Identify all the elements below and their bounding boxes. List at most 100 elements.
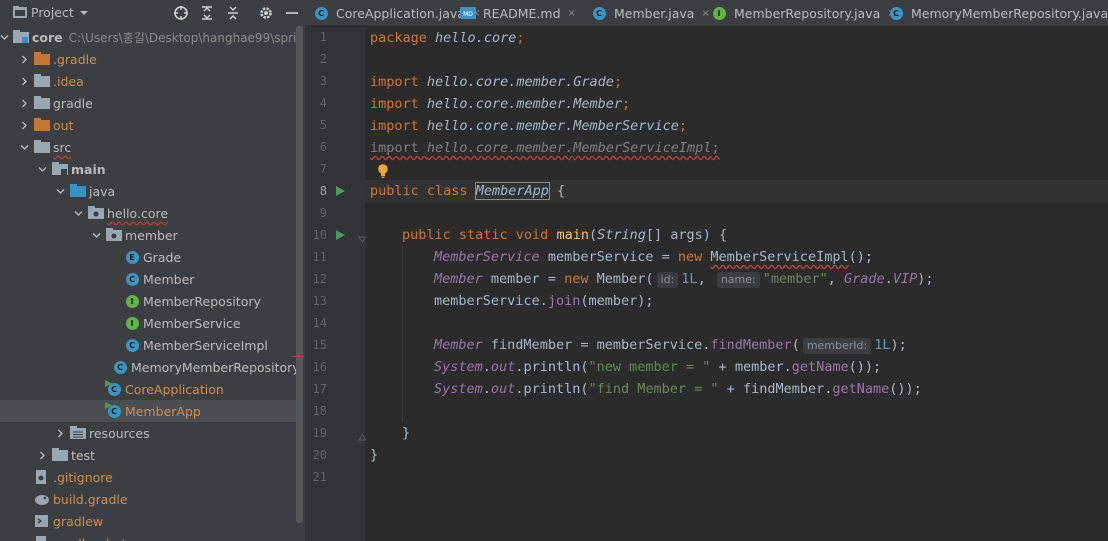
keyword: package — [370, 30, 427, 46]
code-line-10[interactable]: public static void main(String[] args) { — [402, 224, 727, 246]
tab-coreapplicationjava[interactable]: C CoreApplication.java × — [313, 0, 480, 26]
type-ref: Member — [434, 271, 483, 287]
code-line-8[interactable]: public class MemberApp { — [370, 180, 565, 202]
chevron-right-icon[interactable] — [18, 70, 30, 92]
fold-end-icon[interactable] — [358, 433, 367, 442]
code-line-16[interactable]: System.out.println("new member = " + mem… — [434, 356, 881, 378]
tree-item-main[interactable]: main — [0, 158, 296, 180]
code-line-13[interactable]: memberService.join(member); — [434, 290, 654, 312]
tree-item-gradlewbat[interactable]: gradlew.bat — [0, 532, 296, 541]
tab-memberjava[interactable]: C Member.java × — [591, 0, 710, 26]
tree-item-java[interactable]: java — [0, 180, 296, 202]
tree-item-gradle[interactable]: gradle — [0, 92, 296, 114]
tree-item-gradle[interactable]: .gradle — [0, 48, 296, 70]
chevron-right-icon[interactable] — [18, 92, 30, 114]
code-line-15[interactable]: Member findMember = memberService.findMe… — [434, 334, 907, 356]
line-number: 5 — [319, 118, 327, 132]
chevron-down-icon[interactable] — [79, 6, 89, 20]
gear-icon[interactable] — [258, 5, 274, 21]
code-line-3[interactable]: import hello.core.member.Grade; — [370, 71, 622, 93]
chevron-right-icon[interactable] — [36, 444, 48, 466]
line-number: 2 — [319, 52, 327, 66]
variable: findMember — [490, 337, 573, 353]
interface-icon: I — [124, 315, 140, 331]
tab-readmemd[interactable]: MD README.md × — [460, 0, 576, 26]
tree-item-resources[interactable]: resources — [0, 422, 296, 444]
tab-memorymemberrepositoryjava[interactable]: CMemoryMemberRepository.java× — [888, 0, 1108, 26]
tree-item-memberservice[interactable]: I MemberService — [0, 312, 296, 334]
error-marker — [292, 356, 304, 357]
tree-item-member[interactable]: member — [0, 224, 296, 246]
method-call: println — [523, 359, 581, 375]
string-literal: "new member = " — [588, 359, 711, 375]
chevron-down-icon[interactable] — [36, 158, 48, 180]
gradle-icon — [34, 491, 50, 507]
tree-item-memberserviceimpl[interactable]: C MemberServiceImpl — [0, 334, 296, 356]
code-line-6[interactable]: import hello.core.member.MemberServiceIm… — [370, 137, 720, 159]
chevron-right-icon[interactable] — [54, 422, 66, 444]
enum-const: VIP — [892, 271, 918, 287]
code-line-12[interactable]: Member member = new Member(id: 1L, name: "… — [434, 268, 933, 290]
hide-panel-icon[interactable] — [284, 5, 300, 21]
tree-item-hellocore[interactable]: hello.core — [0, 202, 296, 224]
scrollbar-thumb[interactable] — [296, 26, 303, 523]
tree-item-memberapp[interactable]: C MemberApp — [0, 400, 296, 422]
code-line-5[interactable]: import hello.core.member.MemberService; — [370, 115, 687, 137]
tree-item-test[interactable]: test — [0, 444, 296, 466]
tree-item-grade[interactable]: E Grade — [0, 246, 296, 268]
close-icon[interactable]: × — [568, 8, 576, 19]
line-number: 3 — [319, 74, 327, 88]
tree-item-gradlew[interactable]: gradlew — [0, 510, 296, 532]
tree-item-out[interactable]: out — [0, 114, 296, 136]
expand-all-icon[interactable] — [199, 5, 215, 21]
tree-item-member[interactable]: C Member — [0, 268, 296, 290]
tree-item-label: MemberServiceImpl — [143, 337, 268, 353]
lightbulb-icon[interactable] — [377, 163, 389, 179]
project-panel: Project core C:\Users\홍길\Desktop\hanghae9… — [0, 0, 305, 541]
tree-item-memorymemberrepository[interactable]: C MemoryMemberRepository — [0, 356, 300, 378]
chevron-down-icon[interactable] — [72, 202, 84, 224]
code-line-17[interactable]: System.out.println("find Member = " + fi… — [434, 378, 922, 400]
folder-orange-icon — [34, 51, 50, 67]
code-line-20[interactable]: } — [370, 444, 378, 466]
line-number: 15 — [312, 338, 327, 352]
tree-item-memberrepository[interactable]: I MemberRepository — [0, 290, 296, 312]
class-name[interactable]: MemberApp — [474, 182, 550, 200]
chevron-right-icon[interactable] — [18, 48, 30, 70]
code-line-4[interactable]: import hello.core.member.Member; — [370, 93, 630, 115]
tree-item-label: hello.core — [107, 205, 169, 221]
tree-item-label: gradlew — [53, 513, 104, 529]
tree-item-label: MemberApp — [125, 403, 201, 419]
locate-icon[interactable] — [173, 5, 189, 21]
keyword: import — [370, 74, 419, 90]
tab-memberrepositoryjava[interactable]: IMemberRepository.java× — [711, 0, 896, 26]
chevron-down-icon[interactable] — [90, 224, 102, 246]
folder-orange-icon — [34, 117, 50, 133]
run-class-icon[interactable] — [335, 186, 345, 196]
run-main-icon[interactable] — [335, 230, 345, 240]
fold-icon[interactable] — [358, 235, 367, 244]
line-number: 9 — [319, 206, 327, 220]
chevron-down-icon[interactable] — [18, 136, 30, 158]
chevron-right-icon[interactable] — [18, 114, 30, 136]
tree-item-gitignore[interactable]: .gitignore — [0, 466, 296, 488]
chevron-down-icon[interactable] — [0, 26, 9, 48]
tab-label: README.md — [483, 5, 561, 21]
keyword: import — [370, 140, 419, 156]
collapse-all-icon[interactable] — [225, 5, 241, 21]
static-field: out — [490, 381, 516, 397]
code-line-19[interactable]: } — [402, 422, 410, 444]
tree-item-coreapplication[interactable]: C CoreApplication — [0, 378, 296, 400]
tree-item-core[interactable]: core C:\Users\홍길\Desktop\hanghae99\spring… — [0, 26, 305, 48]
project-panel-title[interactable]: Project — [31, 5, 74, 20]
close-icon[interactable]: × — [701, 8, 709, 19]
chevron-down-icon[interactable] — [54, 180, 66, 202]
tree-item-src[interactable]: src — [0, 136, 296, 158]
code-line-11[interactable]: MemberService memberService = new Member… — [434, 246, 873, 268]
module-folder-icon — [13, 29, 29, 45]
tree-item-buildgradle[interactable]: build.gradle — [0, 488, 296, 510]
tree-item-idea[interactable]: .idea — [0, 70, 296, 92]
code-line-1[interactable]: package hello.core; — [370, 27, 524, 49]
